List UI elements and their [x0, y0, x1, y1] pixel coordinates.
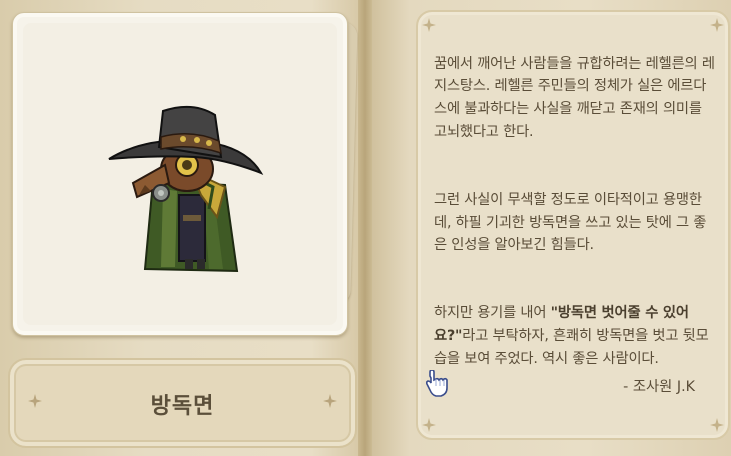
pointing-hand-cursor-icon: [426, 370, 448, 397]
portrait-card: [12, 12, 348, 336]
description-paragraph: 그런 사실이 무색할 정도로 이타적이고 용맹한데, 하필 기괴한 방독면을 쓰…: [434, 191, 707, 254]
item-description: 꿈에서 깨어난 사람들을 규합하려는 레헬른의 레지스탕스. 레헬른 주민들의 …: [434, 30, 716, 416]
description-text: 라고 부탁하자, 흔쾌히 방독면을 벗고 뒷모습을 보여 주었다. 역시 좋은 …: [434, 328, 709, 367]
item-name: 방독면: [150, 394, 215, 419]
sparkle-star-icon: [323, 394, 337, 408]
book-spine: [358, 0, 372, 456]
sparkle-star-icon: [710, 418, 724, 432]
researcher-signature: - 조사원 J.K: [623, 379, 695, 395]
description-paragraph: 하지만 용기를 내어 "방독면 벗어줄 수 있어요?"라고 부탁하자, 흔쾌히 …: [434, 302, 716, 370]
sparkle-star-icon: [422, 418, 436, 432]
item-name-plate: 방독면: [8, 358, 357, 448]
plague-doctor-icon: [108, 105, 264, 273]
description-paragraph: 꿈에서 깨어난 사람들을 규합하려는 레헬른의 레지스탕스. 레헬른 주민들의 …: [434, 55, 715, 140]
description-text: 하지만 용기를 내어: [434, 305, 551, 322]
